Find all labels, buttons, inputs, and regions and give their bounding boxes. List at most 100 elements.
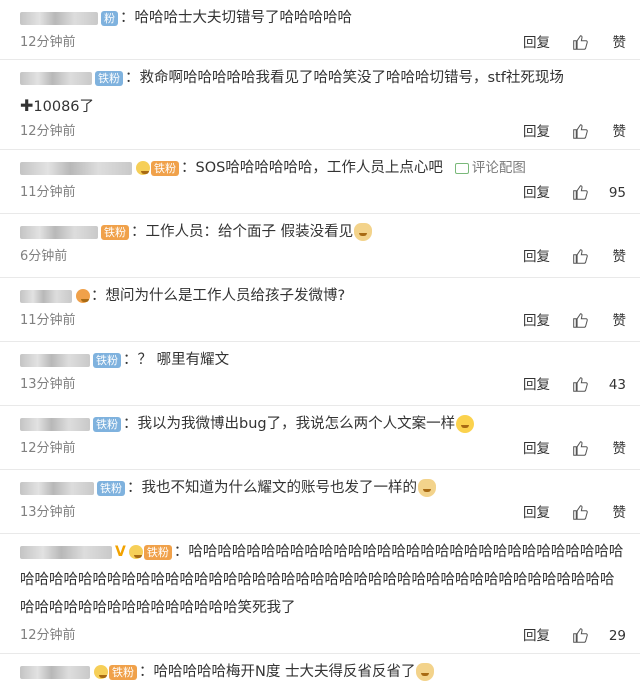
username-blurred[interactable] — [20, 481, 94, 495]
like-count: 赞 — [612, 124, 627, 140]
thumbs-up-icon — [573, 35, 588, 50]
fan-badge: 铁粉 — [97, 480, 125, 496]
verified-v-icon: V — [115, 544, 126, 560]
comment-item: 铁粉 ：工作人员：给个面子 假装没看见 6分钟前 回复 赞 — [0, 214, 640, 278]
like-button[interactable]: 43 — [566, 374, 626, 396]
like-button[interactable]: 赞 — [566, 32, 626, 54]
comment-item: 铁粉 ：我以为我微博出bug了，我说怎么两个人文案一样 12分钟前 回复 赞 — [0, 406, 640, 470]
fan-level-icon — [136, 161, 150, 175]
like-button[interactable]: 赞 — [566, 310, 626, 332]
like-count: 赞 — [612, 35, 627, 51]
comment-text-cont: 10086了 — [33, 99, 95, 115]
comment-item: V 铁粉 ：哈哈哈哈哈哈哈哈哈哈哈哈哈哈哈哈哈哈哈哈哈哈哈哈哈哈哈哈哈哈哈哈哈哈哈哈… — [0, 534, 640, 654]
thumbs-up-icon — [573, 505, 588, 520]
dog-emoji-icon — [354, 223, 373, 241]
comment-time: 11分钟前 — [20, 313, 76, 328]
thumbs-up-icon — [573, 185, 588, 200]
comment-time: 13分钟前 — [20, 505, 76, 520]
fan-badge: 铁粉 — [101, 224, 129, 240]
username-blurred[interactable] — [20, 161, 132, 175]
fan-badge-icon — [76, 289, 90, 303]
comment-text: ：我以为我微博出bug了，我说怎么两个人文案一样 — [123, 416, 456, 432]
comment-item: 铁粉 ：我也不知道为什么耀文的账号也发了一样的 13分钟前 回复 赞 — [0, 470, 640, 534]
comment-text: ：哈哈哈士大夫切错号了哈哈哈哈哈 — [120, 10, 352, 26]
like-button[interactable]: 95 — [566, 182, 626, 204]
comment-body: 铁粉 ：我也不知道为什么耀文的账号也发了一样的 — [20, 474, 626, 502]
like-button[interactable]: 赞 — [566, 121, 626, 143]
comment-body: 铁粉 ：工作人员：给个面子 假装没看见 — [20, 218, 626, 246]
username-blurred[interactable] — [20, 353, 90, 367]
reply-button[interactable]: 回复 — [523, 310, 550, 332]
thumbs-up-icon — [573, 628, 588, 643]
username-blurred[interactable] — [20, 71, 92, 85]
comment-list: 粉：哈哈哈士大夫切错号了哈哈哈哈哈 12分钟前 回复 赞 铁粉 ：救命啊哈哈哈哈哈… — [0, 0, 640, 694]
comment-item: ：想问为什么是工作人员给孩子发微博? 11分钟前 回复 赞 — [0, 278, 640, 342]
comment-body: V 铁粉 ：哈哈哈哈哈哈哈哈哈哈哈哈哈哈哈哈哈哈哈哈哈哈哈哈哈哈哈哈哈哈哈哈哈哈哈哈… — [20, 538, 626, 622]
comment-body: 铁粉 ：SOS哈哈哈哈哈哈，工作人员上点心吧 评论配图 — [20, 154, 626, 182]
fan-badge: 铁粉 — [93, 416, 121, 432]
comment-item: 粉：哈哈哈士大夫切错号了哈哈哈哈哈 12分钟前 回复 赞 — [0, 0, 640, 60]
reply-button[interactable]: 回复 — [523, 121, 550, 143]
like-count: 29 — [608, 628, 626, 644]
comment-body: ：想问为什么是工作人员给孩子发微博? — [20, 282, 626, 310]
username-blurred[interactable] — [20, 545, 112, 559]
thumbs-up-icon — [573, 313, 588, 328]
reply-button[interactable]: 回复 — [523, 374, 550, 396]
comment-item: 铁粉 ：救命啊哈哈哈哈哈我看见了哈哈笑没了哈哈哈切错号，stf社死现场 ✚1008… — [0, 60, 640, 150]
comment-item: 铁粉：？ 哪里有耀文 13分钟前 回复 43 — [0, 342, 640, 406]
comment-text: ：SOS哈哈哈哈哈哈，工作人员上点心吧 — [181, 160, 443, 176]
username-blurred[interactable] — [20, 417, 90, 431]
reply-button[interactable]: 回复 — [523, 246, 550, 268]
comment-time: 12分钟前 — [20, 628, 76, 643]
dog-emoji-icon — [416, 663, 435, 681]
thumbs-up-icon — [573, 441, 588, 456]
fan-badge: 铁粉 — [143, 544, 172, 560]
like-count: 赞 — [612, 249, 627, 265]
reply-button[interactable]: 回复 — [523, 182, 550, 204]
thumbs-up-icon — [573, 249, 588, 264]
username-blurred[interactable] — [20, 11, 98, 25]
like-button[interactable]: 29 — [566, 625, 626, 647]
comment-body: 铁粉 ：救命啊哈哈哈哈哈我看见了哈哈笑没了哈哈哈切错号，stf社死现场 — [20, 64, 626, 92]
fan-level-icon — [128, 545, 143, 559]
comment-text: ：哈哈哈哈哈梅开N度 士大夫得反省反省了 — [139, 664, 416, 680]
username-blurred[interactable] — [20, 289, 72, 303]
comment-text: ：想问为什么是工作人员给孩子发微博? — [91, 288, 346, 304]
reply-button[interactable]: 回复 — [523, 625, 550, 647]
fan-badge: 铁粉 — [93, 352, 121, 368]
plus-icon: ✚ — [20, 96, 34, 115]
username-blurred[interactable] — [20, 665, 90, 679]
like-count: 赞 — [612, 441, 627, 457]
comment-body: 粉：哈哈哈士大夫切错号了哈哈哈哈哈 — [20, 4, 626, 32]
comment-body: 铁粉 ：我以为我微博出bug了，我说怎么两个人文案一样 — [20, 410, 626, 438]
comment-time: 11分钟前 — [20, 185, 76, 200]
comment-image-link[interactable]: 评论配图 — [472, 160, 526, 176]
comment-item: 铁粉 ：SOS哈哈哈哈哈哈，工作人员上点心吧 评论配图 11分钟前 回复 95 — [0, 150, 640, 214]
thumbs-up-icon — [573, 124, 588, 139]
comment-text: ：？ 哪里有耀文 — [123, 352, 230, 368]
like-button[interactable]: 赞 — [566, 502, 626, 524]
comment-item: 铁粉 ：哈哈哈哈哈梅开N度 士大夫得反省反省了 — [0, 654, 640, 694]
dog-emoji-icon — [418, 479, 436, 497]
like-button[interactable]: 赞 — [566, 246, 626, 268]
username-blurred[interactable] — [20, 225, 98, 239]
like-count: 95 — [608, 185, 626, 201]
comment-time: 6分钟前 — [20, 249, 68, 264]
fan-badge: 铁粉 — [109, 664, 137, 680]
fan-badge: 粉 — [101, 10, 118, 26]
comment-text: ：我也不知道为什么耀文的账号也发了一样的 — [127, 480, 417, 496]
comment-body-line2: ✚10086了 — [20, 92, 626, 121]
reply-button[interactable]: 回复 — [523, 502, 550, 524]
fan-level-icon — [94, 665, 108, 679]
comment-time: 12分钟前 — [20, 124, 76, 139]
like-button[interactable]: 赞 — [566, 438, 626, 460]
comment-text: ：救命啊哈哈哈哈哈我看见了哈哈笑没了哈哈哈切错号，stf社死现场 — [125, 70, 564, 86]
thumbs-up-icon — [573, 377, 588, 392]
comment-body: 铁粉：？ 哪里有耀文 — [20, 346, 626, 374]
laughing-emoji-icon — [456, 415, 475, 433]
comment-time: 13分钟前 — [20, 377, 76, 392]
like-count: 赞 — [612, 313, 627, 329]
reply-button[interactable]: 回复 — [523, 32, 550, 54]
like-count: 赞 — [612, 505, 627, 521]
reply-button[interactable]: 回复 — [523, 438, 550, 460]
